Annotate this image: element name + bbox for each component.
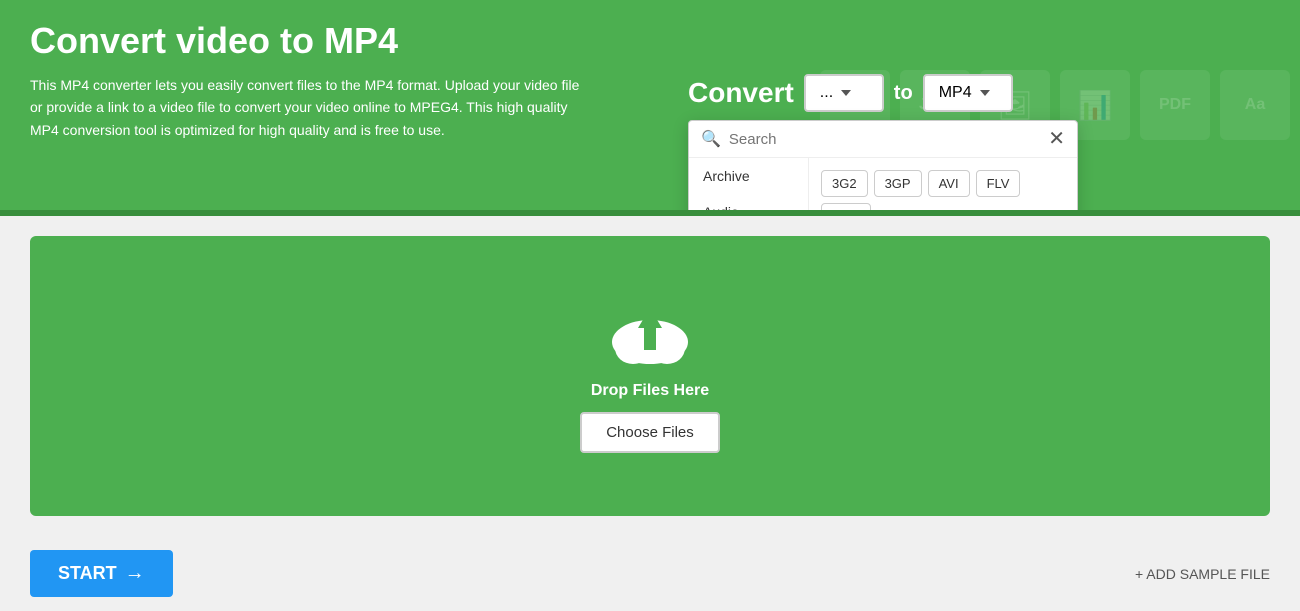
main-section: Drop Files Here Choose Files bbox=[0, 216, 1300, 536]
dropdown-search-row: 🔍 ✕ bbox=[689, 121, 1077, 158]
format-dropdown: 🔍 ✕ Archive Audio Cad Device Document Eb… bbox=[688, 120, 1078, 210]
convert-from-chevron-icon bbox=[841, 90, 851, 96]
font-bg-icon: Aa bbox=[1220, 70, 1290, 140]
search-input[interactable] bbox=[729, 131, 1040, 148]
convert-from-value: ... bbox=[820, 84, 833, 102]
format-3gp[interactable]: 3GP bbox=[874, 170, 922, 197]
bottom-bar: START → + ADD SAMPLE FILE bbox=[0, 536, 1300, 611]
convert-from-button[interactable]: ... bbox=[804, 74, 884, 112]
header-section: ✉ JPG 🖼 📊 PDF Aa Convert video to MP4 Th… bbox=[0, 0, 1300, 210]
convert-to-label: to bbox=[894, 82, 913, 105]
convert-to-chevron-icon bbox=[980, 90, 990, 96]
search-icon: 🔍 bbox=[701, 129, 721, 149]
dropdown-body: Archive Audio Cad Device Document Ebook … bbox=[689, 158, 1077, 210]
category-item-archive[interactable]: Archive bbox=[689, 158, 808, 194]
category-item-audio[interactable]: Audio bbox=[689, 194, 808, 210]
close-button[interactable]: ✕ bbox=[1048, 129, 1065, 149]
drop-text: Drop Files Here bbox=[591, 382, 709, 400]
formats-row-1: 3G2 3GP AVI FLV MKV bbox=[821, 170, 1065, 210]
start-arrow-icon: → bbox=[125, 562, 145, 585]
format-mkv[interactable]: MKV bbox=[821, 203, 871, 210]
convert-to-value: MP4 bbox=[939, 84, 972, 102]
convert-bar: Convert ... to MP4 bbox=[688, 74, 1013, 112]
pdf-bg-icon: PDF bbox=[1140, 70, 1210, 140]
page-title: Convert video to MP4 bbox=[30, 20, 1270, 62]
convert-to-button[interactable]: MP4 bbox=[923, 74, 1013, 112]
category-list: Archive Audio Cad Device Document Ebook … bbox=[689, 158, 809, 210]
add-sample-button[interactable]: + ADD SAMPLE FILE bbox=[1135, 566, 1270, 582]
start-label: START bbox=[58, 563, 117, 584]
header-description: This MP4 converter lets you easily conve… bbox=[30, 74, 580, 141]
format-flv[interactable]: FLV bbox=[976, 170, 1021, 197]
formats-panel: 3G2 3GP AVI FLV MKV MOV MP4 MPG OGV WEBM… bbox=[809, 158, 1077, 210]
add-sample-label: + ADD SAMPLE FILE bbox=[1135, 566, 1270, 582]
cloud-upload-icon bbox=[605, 300, 695, 370]
drop-zone[interactable]: Drop Files Here Choose Files bbox=[30, 236, 1270, 516]
start-button[interactable]: START → bbox=[30, 550, 173, 597]
convert-label: Convert bbox=[688, 77, 794, 109]
choose-file-button[interactable]: Choose Files bbox=[580, 412, 720, 453]
format-3g2[interactable]: 3G2 bbox=[821, 170, 868, 197]
format-avi[interactable]: AVI bbox=[928, 170, 970, 197]
